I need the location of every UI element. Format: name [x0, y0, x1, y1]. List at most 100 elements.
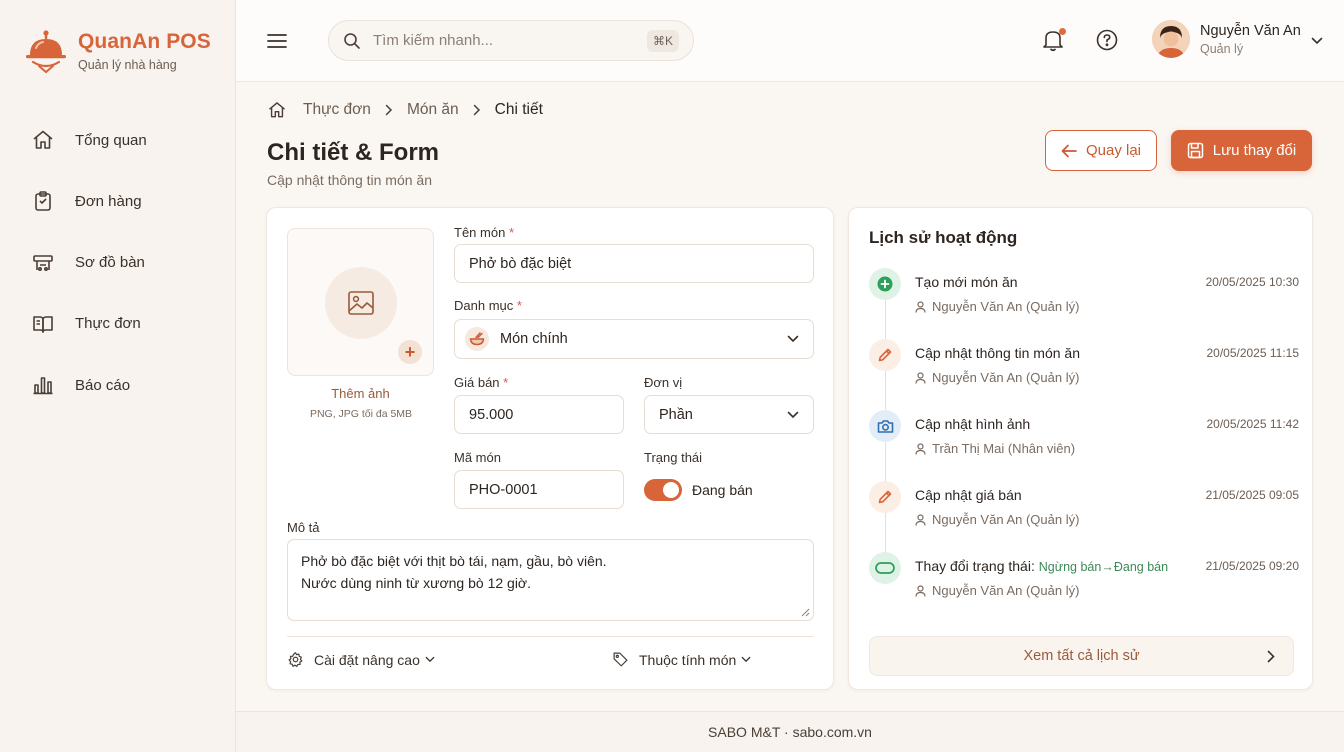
- description-label: Mô tả: [287, 520, 320, 535]
- history-user: Trần Thị Mai (Nhân viên): [915, 441, 1075, 456]
- back-button-label: Quay lại: [1085, 142, 1142, 159]
- history-action: Cập nhật thông tin món ăn: [915, 345, 1081, 361]
- sidebar-item-label: Đơn hàng: [75, 192, 142, 210]
- breadcrumb-item-dishes[interactable]: Món ăn: [407, 101, 459, 119]
- home-icon: [30, 127, 56, 153]
- dish-code-value: PHO-0001: [469, 481, 538, 498]
- status-arrow: →: [1101, 560, 1114, 574]
- breadcrumb-item-menu[interactable]: Thực đơn: [303, 101, 371, 119]
- unit-value: Phần: [659, 406, 693, 423]
- bowl-icon: [465, 327, 489, 351]
- user-role: Quản lý: [1200, 41, 1244, 56]
- status-label: Trạng thái: [644, 450, 703, 465]
- price-value: 95.000: [469, 406, 514, 423]
- sidebar: QuanAn POS Quản lý nhà hàng Tổng quan Đơ…: [0, 0, 236, 752]
- category-label: Danh mục *: [454, 298, 522, 313]
- search-input[interactable]: Tìm kiếm nhanh... ⌘K: [328, 20, 694, 61]
- chevron-down-icon: [787, 411, 799, 418]
- status-from: Ngừng bán: [1038, 560, 1102, 574]
- save-button-label: Lưu thay đổi: [1212, 142, 1297, 159]
- gear-icon: [288, 652, 303, 668]
- brand-name: QuanAn POS: [78, 30, 211, 53]
- history-user: Nguyễn Văn An (Quản lý): [915, 299, 1079, 314]
- image-upload[interactable]: +: [287, 228, 434, 376]
- required-mark: *: [508, 225, 514, 240]
- clipboard-icon: [30, 188, 56, 214]
- chevron-right-icon: [385, 104, 392, 116]
- top-bar: Tìm kiếm nhanh... ⌘K Nguyễn Văn An Quản …: [236, 0, 1344, 82]
- activity-history-card: Lịch sử hoạt động Tạo mới món ăn Nguyễn …: [848, 207, 1313, 690]
- view-all-label: Xem tất cả lịch sử: [1023, 648, 1140, 664]
- code-label: Mã món: [454, 450, 501, 465]
- history-item: Cập nhật hình ảnh Trần Thị Mai (Nhân viê…: [869, 410, 1299, 470]
- category-select[interactable]: Món chính: [454, 319, 814, 359]
- history-time: 20/05/2025 11:15: [1206, 346, 1299, 360]
- sidebar-nav: Tổng quan Đơn hàng Sơ đồ bàn Thực đơn Bá…: [30, 122, 147, 428]
- camera-icon: [869, 410, 901, 442]
- bar-chart-icon: [30, 372, 56, 398]
- dish-code-field[interactable]: PHO-0001: [454, 470, 624, 509]
- back-button[interactable]: Quay lại: [1045, 130, 1157, 171]
- sidebar-item-label: Thực đơn: [75, 315, 141, 333]
- description-textarea[interactable]: Phở bò đặc biệt với thịt bò tái, nạm, gầ…: [287, 539, 814, 621]
- breadcrumb: Thực đơn Món ăn Chi tiết: [267, 100, 543, 120]
- page-title: Chi tiết & Form: [267, 139, 439, 166]
- upload-title: Thêm ảnh: [331, 386, 390, 401]
- avatar: [1152, 20, 1190, 58]
- chevron-right-icon: [473, 104, 480, 116]
- advanced-settings-toggle[interactable]: Cài đặt nâng cao: [287, 651, 435, 668]
- save-icon: [1187, 142, 1204, 159]
- chevron-down-icon: [741, 656, 751, 663]
- resize-handle-icon[interactable]: [801, 608, 810, 617]
- history-item: Thay đổi trạng thái: Ngừng bán→Đang bán …: [869, 552, 1299, 612]
- sidebar-item-menu[interactable]: Thực đơn: [30, 306, 147, 342]
- user-icon: [915, 300, 926, 313]
- status-to: Đang bán: [1113, 560, 1169, 574]
- sidebar-item-reports[interactable]: Báo cáo: [30, 367, 147, 403]
- pencil-icon: [869, 481, 901, 513]
- user-menu[interactable]: Nguyễn Văn An Quản lý: [1152, 20, 1323, 58]
- home-icon[interactable]: [267, 100, 287, 120]
- hamburger-menu-icon[interactable]: [264, 28, 290, 54]
- sidebar-item-label: Sơ đồ bàn: [75, 254, 145, 272]
- advanced-settings-label: Cài đặt nâng cao: [314, 651, 420, 668]
- dish-attributes-toggle[interactable]: Thuộc tính món: [612, 651, 751, 668]
- footer-text: SABO M&T · sabo.com.vn: [708, 724, 872, 740]
- sidebar-item-label: Tổng quan: [75, 131, 147, 149]
- notification-dot: [1059, 28, 1066, 35]
- cloche-logo-icon: [26, 30, 66, 74]
- sidebar-item-overview[interactable]: Tổng quan: [30, 122, 147, 158]
- book-icon: [30, 311, 56, 337]
- history-title: Lịch sử hoạt động: [869, 228, 1018, 247]
- toggle-switch[interactable]: [644, 479, 682, 501]
- tag-icon: [613, 652, 628, 667]
- unit-select[interactable]: Phần: [644, 395, 814, 434]
- status-toggle[interactable]: Đang bán: [644, 479, 753, 501]
- chevron-down-icon: [1311, 37, 1323, 45]
- sidebar-item-orders[interactable]: Đơn hàng: [30, 183, 147, 219]
- help-icon[interactable]: [1095, 28, 1119, 52]
- history-item: Cập nhật giá bán Nguyễn Văn An (Quản lý)…: [869, 481, 1299, 541]
- user-icon: [915, 371, 926, 384]
- price-field[interactable]: 95.000: [454, 395, 624, 434]
- breadcrumb-item-current: Chi tiết: [494, 101, 543, 118]
- chevron-right-icon: [1267, 650, 1275, 663]
- price-label: Giá bán *: [454, 375, 509, 390]
- upload-hint: PNG, JPG tối đa 5MB: [309, 408, 413, 420]
- sidebar-item-table-map[interactable]: Sơ đồ bàn: [30, 245, 147, 281]
- dish-name-field[interactable]: Phở bò đặc biệt: [454, 244, 814, 283]
- description-line: Nước dùng ninh từ xương bò 12 giờ.: [301, 575, 532, 591]
- save-button[interactable]: Lưu thay đổi: [1171, 130, 1312, 171]
- notification-button[interactable]: [1042, 28, 1066, 54]
- brand[interactable]: QuanAn POS Quản lý nhà hàng: [24, 28, 211, 74]
- add-image-icon[interactable]: +: [398, 340, 422, 364]
- view-all-history-button[interactable]: Xem tất cả lịch sử: [869, 636, 1294, 676]
- user-name: Nguyễn Văn An: [1200, 22, 1301, 39]
- category-value: Món chính: [500, 331, 568, 347]
- upload-placeholder: [325, 267, 397, 339]
- history-time: 21/05/2025 09:20: [1205, 559, 1299, 573]
- history-item: Tạo mới món ăn Nguyễn Văn An (Quản lý) 2…: [869, 268, 1299, 328]
- unit-label: Đơn vị: [644, 375, 683, 390]
- plus-circle-icon: [869, 268, 901, 300]
- sidebar-item-label: Báo cáo: [75, 376, 131, 394]
